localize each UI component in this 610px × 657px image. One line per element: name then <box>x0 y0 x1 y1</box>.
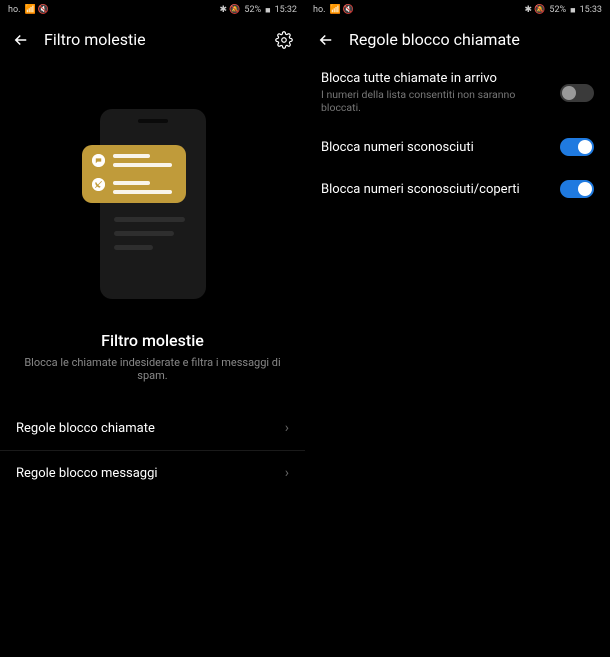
clock: 15:32 <box>275 5 297 15</box>
chevron-right-icon: › <box>285 465 289 481</box>
bt-mute-icons: ✱ 🔕 <box>219 5 240 15</box>
statusbar: ho. 📶 🔇 ✱ 🔕 52% ■ 15:33 <box>305 0 610 20</box>
page-header: Filtro molestie <box>0 20 305 59</box>
section-title: Filtro molestie <box>0 331 305 350</box>
battery-icon: ■ <box>265 5 270 16</box>
setting-block-unknown: Blocca numeri sconosciuti <box>305 126 610 168</box>
bt-mute-icons: ✱ 🔕 <box>524 5 545 15</box>
toggle-switch[interactable] <box>560 84 594 102</box>
chat-bubble-icon <box>92 154 105 167</box>
statusbar: ho. 📶 🔇 ✱ 🔕 52% ■ 15:32 <box>0 0 305 20</box>
section-description: Blocca le chiamate indesiderate e filtra… <box>0 356 305 382</box>
back-icon[interactable] <box>317 31 335 49</box>
setting-block-all-incoming: Blocca tutte chiamate in arrivo I numeri… <box>305 59 610 126</box>
phone-blocked-icon <box>92 178 105 191</box>
notification-card-icon <box>82 145 186 203</box>
setting-label: Blocca numeri sconosciuti <box>321 140 550 155</box>
toggle-switch[interactable] <box>560 180 594 198</box>
toggle-switch[interactable] <box>560 138 594 156</box>
menu-item-call-rules[interactable]: Regole blocco chiamate › <box>0 406 305 451</box>
page-title: Filtro molestie <box>44 30 261 49</box>
menu-item-message-rules[interactable]: Regole blocco messaggi › <box>0 451 305 495</box>
signal-icons: 📶 🔇 <box>329 5 354 15</box>
battery-percent: 52% <box>549 5 566 15</box>
signal-icons: 📶 🔇 <box>24 5 49 15</box>
phone-left: ho. 📶 🔇 ✱ 🔕 52% ■ 15:32 Filtro molestie <box>0 0 305 657</box>
setting-label: Blocca numeri sconosciuti/coperti <box>321 182 550 197</box>
battery-icon: ■ <box>570 5 575 16</box>
back-icon[interactable] <box>12 31 30 49</box>
menu-item-label: Regole blocco chiamate <box>16 421 155 436</box>
setting-label: Blocca tutte chiamate in arrivo <box>321 71 550 86</box>
illustration <box>0 109 305 299</box>
battery-percent: 52% <box>244 5 261 15</box>
gear-icon[interactable] <box>275 31 293 49</box>
phone-mock-icon <box>100 109 206 299</box>
clock: 15:33 <box>580 5 602 15</box>
setting-block-hidden: Blocca numeri sconosciuti/coperti <box>305 168 610 210</box>
chevron-right-icon: › <box>285 420 289 436</box>
setting-sublabel: I numeri della lista consentiti non sara… <box>321 88 550 114</box>
page-header: Regole blocco chiamate <box>305 20 610 59</box>
carrier-label: ho. <box>8 5 20 15</box>
phone-right: ho. 📶 🔇 ✱ 🔕 52% ■ 15:33 Regole blocco ch… <box>305 0 610 657</box>
menu-item-label: Regole blocco messaggi <box>16 466 158 481</box>
page-title: Regole blocco chiamate <box>349 30 598 49</box>
carrier-label: ho. <box>313 5 325 15</box>
